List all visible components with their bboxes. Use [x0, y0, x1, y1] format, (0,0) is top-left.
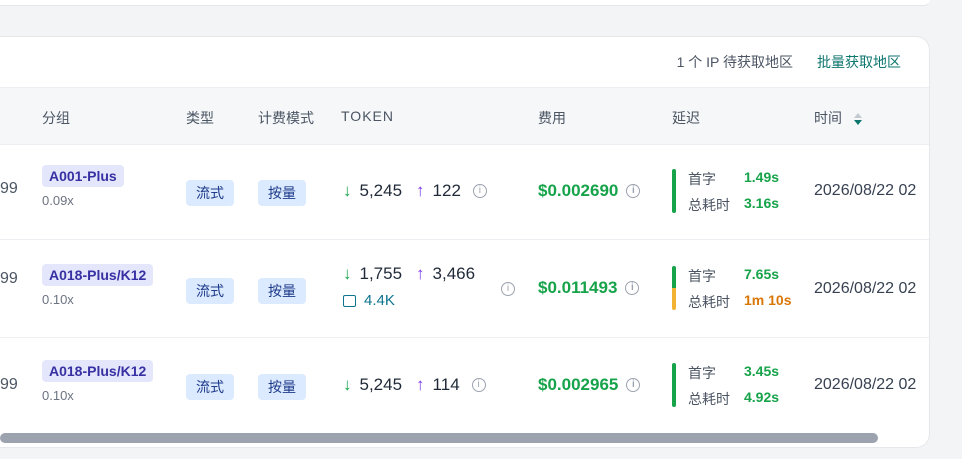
group-tag: A018-Plus/K12 — [42, 264, 154, 286]
header-latency: 延迟 — [672, 110, 700, 126]
time-value: 2026/08/22 02 — [814, 280, 917, 297]
token-cell: ↓ 1,755 ↑ 3,466 4.4K — [343, 264, 475, 309]
header-cost: 费用 — [538, 110, 566, 126]
info-icon[interactable]: i — [626, 184, 641, 198]
pending-ip-text: 1 个 IP 待获取地区 — [676, 54, 793, 70]
total-time-value: 3.16s — [744, 195, 780, 211]
cost-value: $0.011493 — [538, 278, 618, 297]
group-tag: A001-Plus — [42, 165, 124, 187]
token-out: 114 — [432, 375, 460, 394]
total-time-label: 总耗时 — [688, 197, 730, 213]
total-time-value: 1m 10s — [744, 292, 792, 308]
arrow-down-icon: ↓ — [343, 375, 352, 394]
info-icon[interactable]: i — [626, 378, 641, 392]
arrow-up-icon: ↑ — [416, 264, 425, 283]
type-tag: 流式 — [186, 374, 234, 400]
total-time-value: 4.92s — [744, 389, 780, 405]
info-icon[interactable]: i — [501, 282, 515, 296]
group-cell: A018-Plus/K12 0.10x — [42, 360, 154, 403]
group-tag: A018-Plus/K12 — [42, 360, 154, 382]
table-row[interactable]: 99 A001-Plus 0.09x 流式 按量 ↓ 5,245 ↑ 122 i… — [0, 145, 929, 240]
cache-value: 4.4K — [364, 292, 395, 309]
ratio-text: 0.10x — [42, 388, 74, 403]
arrow-down-icon: ↓ — [343, 264, 352, 283]
header-billing: 计费模式 — [258, 110, 314, 126]
sort-icon[interactable] — [853, 113, 862, 126]
table-row[interactable]: 99 A018-Plus/K12 0.10x 流式 按量 ↓ 5,245 ↑ 1… — [0, 338, 929, 433]
table-toolbar: 1 个 IP 待获取地区 批量获取地区 — [0, 37, 929, 87]
first-char-label: 首字 — [688, 171, 716, 187]
cost-cell: $0.002690 i — [538, 181, 641, 201]
type-tag: 流式 — [186, 278, 234, 304]
token-cell: ↓ 5,245 ↑ 114 i — [343, 375, 486, 395]
token-in: 5,245 — [359, 375, 403, 394]
cost-value: $0.002690 — [538, 181, 619, 200]
token-in: 1,755 — [359, 264, 403, 283]
token-cell: ↓ 5,245 ↑ 122 i — [343, 181, 487, 201]
header-time[interactable]: 时间 — [814, 108, 862, 128]
total-time-label: 总耗时 — [688, 294, 730, 310]
row-number: 99 — [0, 270, 18, 287]
arrow-up-icon: ↑ — [416, 181, 425, 200]
batch-fetch-region-link[interactable]: 批量获取地区 — [817, 52, 901, 72]
token-out: 3,466 — [432, 264, 476, 283]
scrollbar-thumb[interactable] — [0, 433, 878, 443]
top-panel-edge — [0, 0, 930, 6]
latency-bar — [672, 363, 676, 409]
header-time-label: 时间 — [814, 110, 842, 126]
first-char-label: 首字 — [688, 365, 716, 381]
billing-tag: 按量 — [258, 278, 306, 304]
header-token: TOKEN — [341, 108, 394, 124]
latency-cell: 首字 7.65s 总耗时 1m 10s — [672, 266, 791, 312]
row-number: 99 — [0, 376, 18, 393]
billing-tag: 按量 — [258, 180, 306, 206]
token-out: 122 — [432, 181, 461, 200]
first-char-label: 首字 — [688, 268, 716, 284]
total-time-label: 总耗时 — [688, 391, 730, 407]
arrow-up-icon: ↑ — [416, 375, 425, 394]
cost-cell: $0.011493 i — [538, 278, 640, 298]
first-char-value: 3.45s — [744, 363, 780, 379]
cost-value: $0.002965 — [538, 375, 619, 394]
horizontal-scrollbar[interactable] — [0, 433, 929, 443]
info-icon[interactable]: i — [625, 281, 640, 295]
token-in: 5,245 — [359, 181, 403, 200]
latency-cell: 首字 1.49s 总耗时 3.16s — [672, 169, 779, 215]
cache-tokens: 4.4K — [343, 292, 475, 309]
cache-icon — [343, 294, 356, 307]
first-char-value: 7.65s — [744, 266, 780, 282]
logs-table-card: 1 个 IP 待获取地区 批量获取地区 分组 类型 计费模式 TOKEN 费用 … — [0, 36, 930, 448]
first-char-value: 1.49s — [744, 169, 780, 185]
cost-cell: $0.002965 i — [538, 375, 641, 395]
latency-cell: 首字 3.45s 总耗时 4.92s — [672, 363, 779, 409]
row-number: 99 — [0, 180, 18, 197]
type-tag: 流式 — [186, 180, 234, 206]
latency-bar — [672, 169, 676, 215]
info-icon[interactable]: i — [472, 184, 487, 198]
group-cell: A018-Plus/K12 0.10x — [42, 264, 154, 307]
latency-bar — [672, 266, 676, 312]
time-value: 2026/08/22 02 — [814, 376, 917, 393]
info-icon[interactable]: i — [471, 378, 486, 392]
table-header: 分组 类型 计费模式 TOKEN 费用 延迟 时间 — [0, 87, 929, 145]
ratio-text: 0.10x — [42, 292, 74, 307]
arrow-down-icon: ↓ — [343, 181, 352, 200]
ratio-text: 0.09x — [42, 193, 74, 208]
header-type: 类型 — [186, 110, 214, 126]
header-group: 分组 — [42, 110, 70, 126]
time-value: 2026/08/22 02 — [814, 182, 917, 199]
billing-tag: 按量 — [258, 374, 306, 400]
group-cell: A001-Plus 0.09x — [42, 165, 124, 208]
table-row[interactable]: 99 A018-Plus/K12 0.10x 流式 按量 ↓ 1,755 ↑ 3… — [0, 240, 929, 338]
